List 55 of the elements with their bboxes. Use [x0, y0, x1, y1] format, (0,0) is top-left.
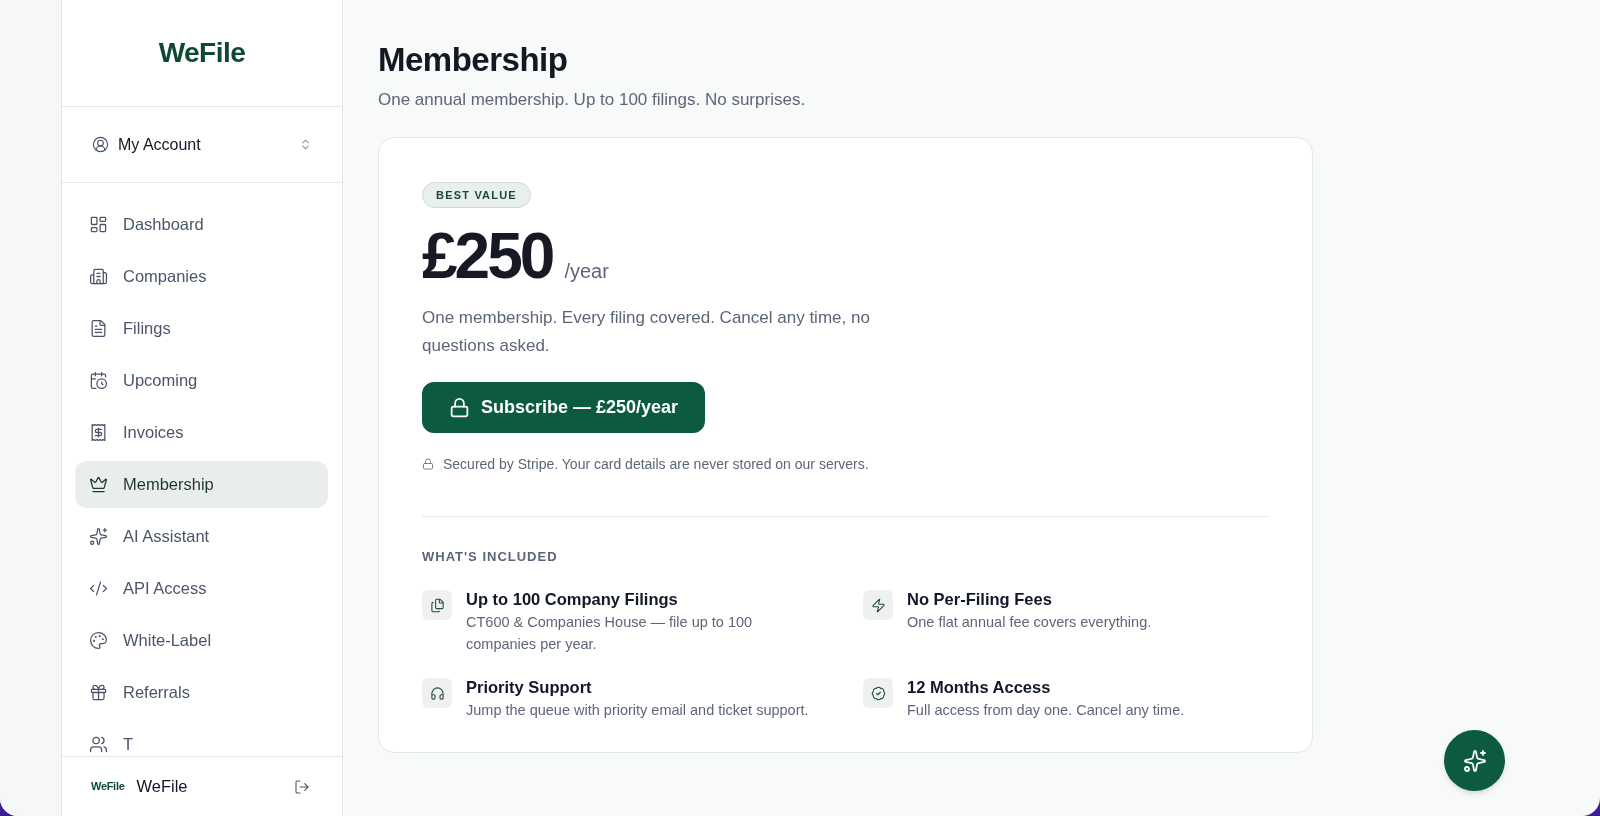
files-tile-icon — [422, 590, 452, 621]
lock-icon — [449, 397, 470, 419]
feature-title: Priority Support — [466, 677, 592, 699]
feature-title: No Per-Filing Fees — [907, 589, 1052, 611]
lock-icon — [422, 458, 434, 471]
feature-description: Full access from day one. Cancel any time. — [907, 701, 1185, 721]
sparkles-icon — [89, 527, 108, 546]
code-icon — [89, 579, 108, 598]
plan-description: One membership. Every filing covered. Cancel any time, no questions asked. — [422, 307, 871, 358]
feature-title: Up to 100 Company Filings — [466, 589, 678, 611]
feature-description: One flat annual fee covers everything. — [907, 613, 1152, 633]
feature-description: CT600 & Companies House — file up to 100 companies per year. — [466, 613, 754, 655]
footer-logo: WeFile — [91, 779, 125, 795]
building-icon — [89, 267, 108, 286]
nav-item[interactable]: Filings — [75, 305, 328, 352]
nav-item[interactable]: T — [75, 721, 328, 756]
headphones-tile-icon — [422, 678, 452, 709]
logo[interactable]: WeFile — [158, 32, 246, 74]
users-icon — [89, 735, 108, 754]
page-subtitle: One annual membership. Up to 100 filings. No surprises. — [378, 89, 806, 111]
check-badge-tile-icon — [863, 678, 893, 709]
gift-icon — [89, 683, 108, 702]
best-value-badge: BEST VALUE — [422, 182, 531, 209]
dashboard-grid-icon — [89, 215, 108, 234]
user-circle-icon — [92, 136, 109, 153]
chevrons-up-down-icon — [299, 138, 312, 151]
lightning-tile-icon — [863, 590, 893, 621]
page-title: Membership — [378, 40, 568, 80]
nav-item[interactable]: White-Label — [75, 617, 328, 664]
feature-description: Jump the queue with priority email and ticket support. — [466, 701, 809, 721]
ai-assistant-fab[interactable] — [1444, 730, 1505, 791]
price: £250 — [422, 222, 553, 291]
nav-item[interactable]: Membership — [75, 461, 328, 508]
palette-icon — [89, 631, 108, 650]
account-switcher[interactable]: My Account — [92, 132, 312, 157]
logout-icon — [294, 778, 310, 795]
nav-item[interactable]: Invoices — [75, 409, 328, 456]
nav-item[interactable]: Referrals — [75, 669, 328, 716]
crown-icon — [89, 475, 108, 494]
nav-item[interactable]: Dashboard — [75, 201, 328, 248]
workspace-name: WeFile — [136, 776, 188, 798]
nav-item[interactable]: API Access — [75, 565, 328, 612]
sparkles-icon — [1462, 748, 1487, 773]
receipt-icon — [89, 423, 108, 442]
nav-item[interactable]: AI Assistant — [75, 513, 328, 560]
nav-item[interactable]: Upcoming — [75, 357, 328, 404]
subscribe-button[interactable]: Subscribe — £250/year — [422, 382, 705, 434]
feature-title: 12 Months Access — [907, 677, 1051, 699]
section-heading: WHAT'S INCLUDED — [422, 548, 558, 567]
document-icon — [89, 319, 108, 338]
calendar-clock-icon — [89, 371, 108, 390]
logout-button[interactable] — [294, 778, 310, 795]
price-period: /year — [564, 259, 609, 285]
security-note: Secured by Stripe. Your card details are never stored on our servers. — [443, 455, 869, 475]
nav-item[interactable]: Companies — [75, 253, 328, 300]
